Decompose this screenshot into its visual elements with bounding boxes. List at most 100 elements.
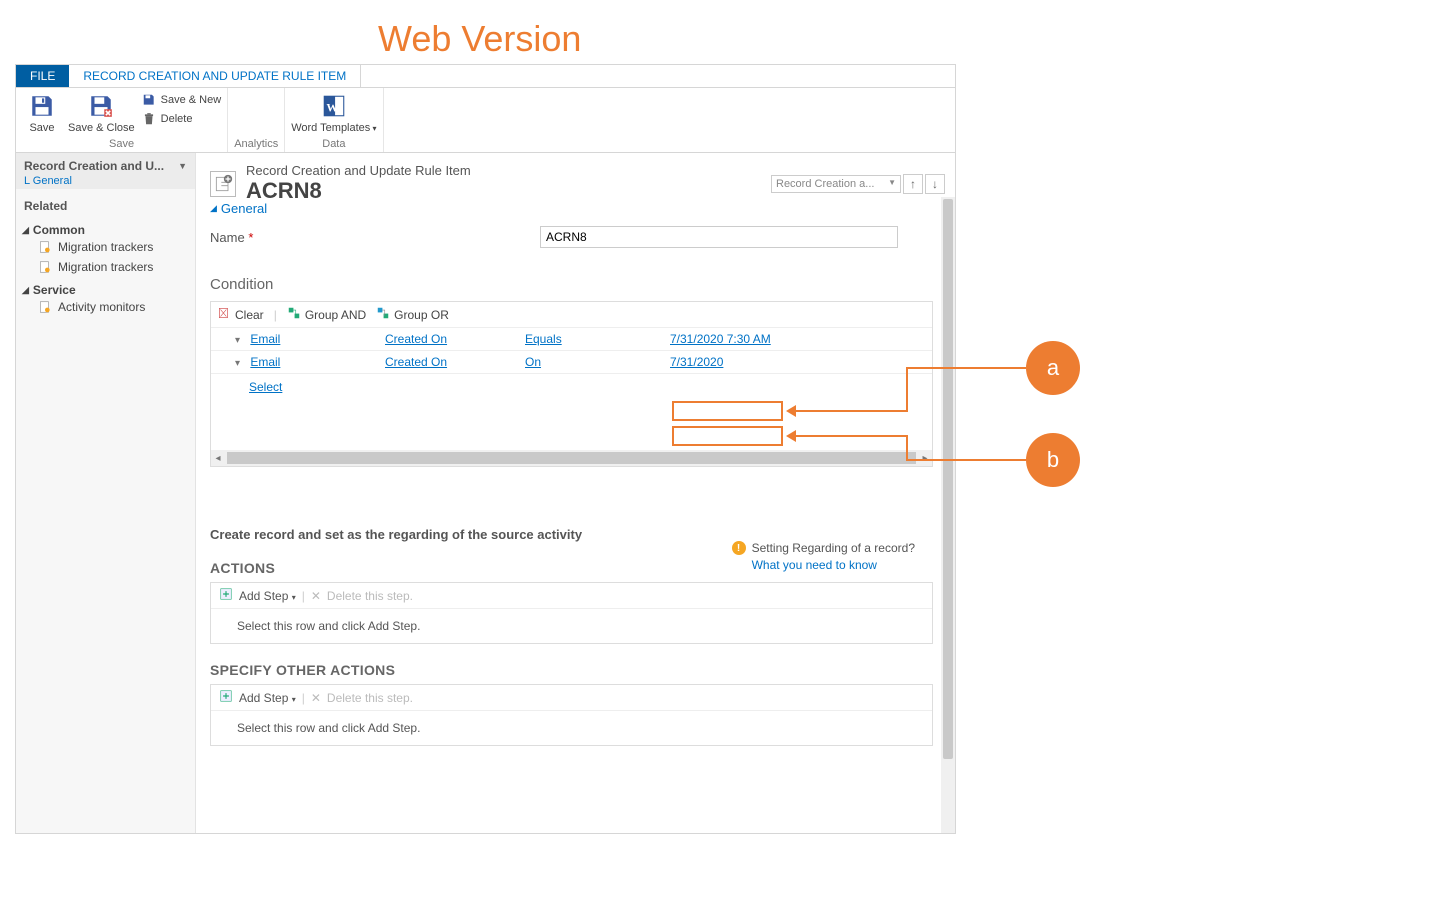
callout-bubble-a: a <box>1026 341 1080 395</box>
callout-bubble-b: b <box>1026 433 1080 487</box>
arrow-up-icon: ↑ <box>910 177 916 191</box>
save-label: Save <box>29 122 54 134</box>
add-step-button[interactable]: Add Step ▾ <box>239 589 296 603</box>
save-close-button[interactable]: Save & Close <box>68 92 135 134</box>
condition-clear-button[interactable]: Clear <box>217 306 264 323</box>
tab-rule-item[interactable]: RECORD CREATION AND UPDATE RULE ITEM <box>69 65 361 87</box>
sidebar-header-sub[interactable]: L General <box>24 173 187 187</box>
entity-type-label: Record Creation and Update Rule Item <box>246 163 471 178</box>
condition-row-2[interactable]: ▾ Email Created On On 7/31/2020 <box>211 351 932 374</box>
condition-group-and-button[interactable]: Group AND <box>287 306 366 323</box>
sidebar-service-label: Service <box>33 283 76 297</box>
regarding-hint-link[interactable]: What you need to know <box>732 558 915 572</box>
separator: | <box>274 308 277 322</box>
save-new-icon <box>141 92 157 108</box>
sidebar-group-common: ◢Common Migration trackers Migration tra… <box>16 217 195 277</box>
ribbon-group-analytics-label: Analytics <box>234 134 278 150</box>
cond-value-link[interactable]: 7/31/2020 7:30 AM <box>670 332 771 346</box>
sidebar-item-activity-monitors[interactable]: Activity monitors <box>22 297 187 317</box>
other-actions-heading: SPECIFY OTHER ACTIONS <box>210 644 933 684</box>
delete-step-icon: ✕ <box>311 691 321 705</box>
actions-placeholder[interactable]: Select this row and click Add Step. <box>211 609 932 643</box>
scroll-track[interactable] <box>227 452 916 464</box>
ribbon: Save Save & Close Save & New <box>16 88 955 153</box>
document-icon <box>38 300 52 314</box>
separator: | <box>302 691 305 705</box>
condition-clear-label: Clear <box>235 308 264 322</box>
ribbon-group-save: Save Save & Close Save & New <box>16 88 228 152</box>
scroll-left-button[interactable]: ◂ <box>211 453 225 464</box>
ribbon-group-save-label: Save <box>22 134 221 150</box>
callout-line-b-h1 <box>796 435 908 437</box>
delete-step-button: Delete this step. <box>327 589 413 603</box>
caret-icon: ◢ <box>210 203 217 214</box>
chevron-down-icon: ▾ <box>292 593 296 602</box>
other-actions-placeholder[interactable]: Select this row and click Add Step. <box>211 711 932 745</box>
required-marker: * <box>248 230 253 245</box>
condition-row-1[interactable]: ▾ Email Created On Equals 7/31/2020 7:30… <box>211 328 932 351</box>
field-name-label: Name <box>210 230 245 245</box>
warning-icon: ! <box>732 541 746 555</box>
caret-icon[interactable]: ◢ <box>22 225 29 236</box>
nav-prev-button[interactable]: ↑ <box>903 174 923 194</box>
delete-icon <box>141 111 157 127</box>
tab-file[interactable]: FILE <box>16 65 69 87</box>
condition-add-select[interactable]: Select <box>211 374 932 400</box>
highlight-box-a <box>672 401 783 421</box>
caret-icon[interactable]: ◢ <box>22 285 29 296</box>
other-actions-box: Add Step ▾ | ✕ Delete this step. Select … <box>210 684 933 746</box>
chevron-down-icon: ▾ <box>292 695 296 704</box>
sidebar: Record Creation and U... ▼ L General Rel… <box>16 153 196 833</box>
chevron-down-icon[interactable]: ▾ <box>235 335 247 346</box>
arrow-down-icon: ↓ <box>932 177 938 191</box>
field-name-row: Name * <box>210 226 933 248</box>
cond-entity-link[interactable]: Email <box>250 332 280 346</box>
callout-line-b-v <box>906 435 908 461</box>
form-type-icon <box>210 171 236 197</box>
horizontal-scrollbar[interactable]: ◂ ▸ <box>211 450 932 466</box>
create-record-heading: Create record and set as the regarding o… <box>210 467 933 542</box>
sidebar-related-label: Related <box>16 189 195 217</box>
delete-button[interactable]: Delete <box>141 111 222 127</box>
cond-attribute-link[interactable]: Created On <box>385 355 447 369</box>
add-step-button[interactable]: Add Step ▾ <box>239 691 296 705</box>
section-general-header[interactable]: ◢ General <box>210 197 933 226</box>
app-window: FILE RECORD CREATION AND UPDATE RULE ITE… <box>15 64 956 834</box>
svg-text:W: W <box>326 100 338 114</box>
ribbon-group-analytics: Analytics <box>228 88 285 152</box>
save-button[interactable]: Save <box>22 92 62 134</box>
clear-icon <box>217 306 231 323</box>
condition-heading: Condition <box>210 248 933 301</box>
actions-box: Add Step ▾ | ✕ Delete this step. Select … <box>210 582 933 644</box>
condition-group-or-button[interactable]: Group OR <box>376 306 449 323</box>
sidebar-header-title: Record Creation and U... <box>24 159 164 173</box>
cond-value-link[interactable]: 7/31/2020 <box>670 355 723 369</box>
chevron-down-icon[interactable]: ▾ <box>235 358 247 369</box>
field-name-input[interactable] <box>540 226 898 248</box>
chevron-down-icon: ▼ <box>888 178 896 190</box>
callout-line-a-h1 <box>796 410 908 412</box>
sidebar-item-migration-trackers-1[interactable]: Migration trackers <box>22 237 187 257</box>
form-selector[interactable]: Record Creation a... ▼ <box>771 175 901 193</box>
word-templates-button[interactable]: W Word Templates ▾ <box>291 92 376 134</box>
callout-arrow-b <box>786 430 796 442</box>
save-close-label: Save & Close <box>68 122 135 134</box>
save-new-button[interactable]: Save & New <box>141 92 222 108</box>
cond-operator-link[interactable]: On <box>525 355 541 369</box>
save-close-icon <box>87 92 115 120</box>
cond-operator-link[interactable]: Equals <box>525 332 562 346</box>
sidebar-item-migration-trackers-2[interactable]: Migration trackers <box>22 257 187 277</box>
ribbon-tabbar: FILE RECORD CREATION AND UPDATE RULE ITE… <box>16 65 955 88</box>
scroll-right-button[interactable]: ▸ <box>918 453 932 464</box>
cond-entity-link[interactable]: Email <box>250 355 280 369</box>
ribbon-group-data: W Word Templates ▾ Data <box>285 88 383 152</box>
separator: | <box>302 589 305 603</box>
nav-next-button[interactable]: ↓ <box>925 174 945 194</box>
chevron-down-icon[interactable]: ▼ <box>178 161 187 171</box>
condition-group-or-label: Group OR <box>394 308 449 322</box>
callout-arrow-a <box>786 405 796 417</box>
add-step-icon <box>219 587 233 604</box>
word-templates-label: Word Templates ▾ <box>291 122 376 134</box>
cond-attribute-link[interactable]: Created On <box>385 332 447 346</box>
section-general-label: General <box>221 201 267 216</box>
